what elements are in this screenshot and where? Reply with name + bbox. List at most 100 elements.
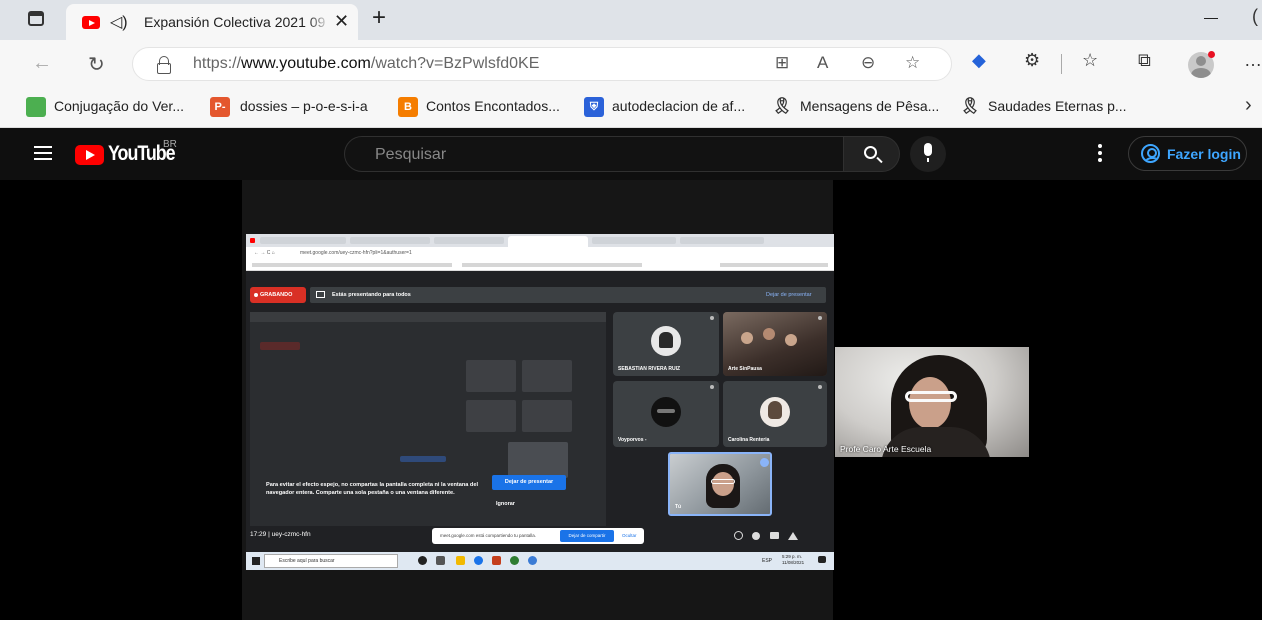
camera-label: Profe Caro Arte Escuela xyxy=(840,444,932,454)
chevron-right-icon[interactable]: › xyxy=(1245,94,1252,117)
participant-name: SEBASTIAN RIVERA RUIZ xyxy=(618,366,681,372)
refresh-icon[interactable]: ↻ xyxy=(88,52,105,77)
screen-share-content: ← → C ⌂ meet.google.com/uey-czmc-hfn?pli… xyxy=(246,234,834,570)
shared-url: meet.google.com/uey-czmc-hfn?pli=1&authu… xyxy=(300,250,412,256)
shared-bookmarks xyxy=(246,259,834,271)
url-text[interactable]: https://www.youtube.com/watch?v=BzPwlsfd… xyxy=(193,55,539,73)
search-icon xyxy=(864,146,877,159)
ignore-label: Ignorar xyxy=(496,501,515,507)
presenting-text: Estás presentando para todos xyxy=(332,292,411,298)
new-tab-icon[interactable]: + xyxy=(372,4,386,32)
blogger-icon: B xyxy=(398,97,418,117)
participant-tile: Arte SinPausa xyxy=(723,312,827,376)
url-host: www.youtube.com xyxy=(241,55,371,72)
bookmark-item[interactable]: Saudades Eternas p... xyxy=(988,98,1127,114)
account-icon xyxy=(1141,144,1160,163)
camera-overlay: Profe Caro Arte Escuela xyxy=(835,347,1029,457)
meeting-code: uey-czmc-hfn xyxy=(271,531,311,538)
zoom-out-icon[interactable]: ⊖ xyxy=(861,53,875,73)
self-view-tile: Tú xyxy=(668,452,772,516)
browser-tab-bar: ◁) Expansión Colectiva 2021 09 ✕ + ( xyxy=(0,0,1262,40)
participant-name: Arte SinPausa xyxy=(728,366,762,372)
green-square-icon xyxy=(26,97,46,117)
meet-time: 17:29 | uey-czmc-hfn xyxy=(250,531,311,538)
participant-tile: SEBASTIAN RIVERA RUIZ xyxy=(613,312,719,376)
taskbar-language: ESP xyxy=(762,558,773,564)
presenting-banner: Estás presentando para todos Dejar de pr… xyxy=(310,287,826,303)
meet-clock: 17:29 xyxy=(250,531,267,538)
hide-notice-link: Ocultar xyxy=(622,533,637,538)
menu-icon[interactable] xyxy=(34,146,52,148)
settings-menu-icon[interactable] xyxy=(1098,144,1102,148)
windows-start-icon xyxy=(252,557,260,565)
url-path: /watch?v=BzPwlsfd0KE xyxy=(370,55,540,72)
shared-tab-strip xyxy=(246,234,834,247)
meet-presenting-bar: GRABANDO Estás presentando para todos De… xyxy=(246,277,834,304)
address-bar[interactable]: https://www.youtube.com/watch?v=BzPwlsfd… xyxy=(132,47,952,81)
more-icon[interactable]: … xyxy=(1244,50,1262,71)
favorites-icon[interactable]: ☆ xyxy=(1082,50,1098,71)
recording-badge: GRABANDO xyxy=(250,287,306,303)
bookmarks-bar: Conjugação do Ver... P- dossies – p-o-e-… xyxy=(0,88,1262,128)
sharing-notice-text: meet.google.com está compartiendo tu pan… xyxy=(440,533,537,538)
activities-icon xyxy=(788,532,798,540)
mirror-warning: Para evitar el efecto espejo, no compart… xyxy=(266,482,479,496)
address-toolbar: ← ↻ https://www.youtube.com/watch?v=BzPw… xyxy=(0,40,1262,88)
youtube-favicon-icon xyxy=(82,16,100,29)
shared-address-bar: ← → C ⌂ meet.google.com/uey-czmc-hfn?pli… xyxy=(246,247,834,259)
chat-icon xyxy=(770,532,779,539)
tab-title: Expansión Colectiva 2021 09 xyxy=(144,14,326,30)
minimize-icon[interactable] xyxy=(1204,18,1218,19)
stop-sharing-button: Dejar de compartir xyxy=(560,530,614,542)
stop-presenting-button: Dejar de presentar xyxy=(492,475,566,490)
participant-name: Carolina Renteria xyxy=(728,437,770,443)
participant-tile: Voyporvos - xyxy=(613,381,719,447)
bookmark-item[interactable]: dossies – p-o-e-s-i-a xyxy=(240,98,368,114)
present-screen-icon xyxy=(316,291,325,298)
participant-tile: Carolina Renteria xyxy=(723,381,827,447)
bookmark-item[interactable]: Mensagens de Pêsa... xyxy=(800,98,939,114)
extension-icon[interactable]: ◆ xyxy=(972,50,986,71)
audio-playing-icon[interactable]: ◁) xyxy=(110,12,128,32)
collections-icon[interactable]: ⧉ xyxy=(1138,50,1151,71)
clock-date: 11/08/2021 xyxy=(782,560,805,565)
lock-icon[interactable] xyxy=(157,56,171,74)
sign-in-label: Fazer login xyxy=(1167,146,1241,162)
bookmark-item[interactable]: autodeclacion de af... xyxy=(612,98,745,114)
back-icon[interactable]: ← xyxy=(32,52,52,75)
stop-presenting-link: Dejar de presentar xyxy=(766,292,812,298)
microphone-icon xyxy=(924,143,932,162)
ribbon-icon: 🎗 xyxy=(960,98,981,115)
youtube-logo-icon[interactable] xyxy=(75,145,104,165)
search-button[interactable] xyxy=(844,136,900,172)
info-icon xyxy=(734,531,743,540)
tab-actions-icon[interactable] xyxy=(28,11,44,26)
maximize-icon[interactable]: ( xyxy=(1252,6,1258,27)
taskbar-search: Escribe aquí para buscar xyxy=(264,554,398,568)
participant-name: Voyporvos - xyxy=(618,437,647,443)
read-aloud-icon[interactable]: A xyxy=(817,53,828,73)
region-code: BR xyxy=(163,139,177,150)
close-tab-icon[interactable]: ✕ xyxy=(334,11,349,32)
screen-sharing-notice: meet.google.com está compartiendo tu pan… xyxy=(432,528,644,544)
sign-in-button[interactable]: Fazer login xyxy=(1128,136,1247,171)
app-available-icon[interactable]: ⊞ xyxy=(775,53,789,73)
extensions-puzzle-icon[interactable]: ⚙ xyxy=(1024,50,1040,71)
url-prefix: https:// xyxy=(193,55,242,72)
taskbar-search-text: Escribe aquí para buscar xyxy=(279,558,335,564)
p-letter-icon: P- xyxy=(210,97,230,117)
active-tab[interactable]: ◁) Expansión Colectiva 2021 09 ✕ xyxy=(66,4,358,40)
shield-icon: ⛨ xyxy=(584,97,604,117)
toolbar-divider xyxy=(1061,54,1062,74)
add-favorite-icon[interactable]: ☆ xyxy=(905,53,920,73)
search-placeholder: Pesquisar xyxy=(375,146,447,163)
voice-search-button[interactable] xyxy=(910,136,946,172)
screen: ◁) Expansión Colectiva 2021 09 ✕ + ( ← ↻… xyxy=(0,0,1262,620)
bookmark-item[interactable]: Contos Encontados... xyxy=(426,98,560,114)
youtube-header: YouTube BR Pesquisar Fazer login xyxy=(0,128,1262,180)
taskbar-clock: 5:29 p. m. 11/08/2021 xyxy=(782,554,804,566)
search-input[interactable]: Pesquisar xyxy=(344,136,844,172)
people-icon xyxy=(752,532,760,540)
bookmark-item[interactable]: Conjugação do Ver... xyxy=(54,98,184,114)
windows-taskbar: Escribe aquí para buscar ESP 5:29 p. m. 1… xyxy=(246,552,834,570)
